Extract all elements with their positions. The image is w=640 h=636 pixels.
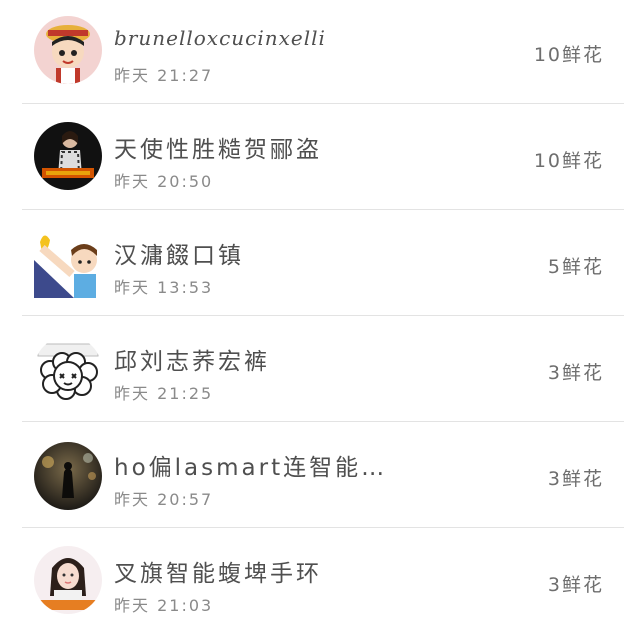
list-item[interactable]: 叉旗智能蝮埤手环 昨天 21:03 3鲜花 xyxy=(0,530,640,636)
timestamp: 昨天 20:57 xyxy=(114,490,214,509)
flower-count: 10鲜花 xyxy=(533,44,604,66)
list-item[interactable]: 天使性胜糙贺郦盗 昨天 20:50 10鲜花 xyxy=(0,106,640,212)
flower-count: 3鲜花 xyxy=(547,362,604,384)
girl-photo-avatar-icon[interactable] xyxy=(34,546,102,614)
timestamp: 昨天 20:50 xyxy=(114,172,214,191)
list-item[interactable]: 汉滽餟口镇 昨天 13:53 5鲜花 xyxy=(0,212,640,318)
cartoon-boy-avatar-icon[interactable] xyxy=(34,230,102,298)
flower-ranking-list: brunelloxcucinxelli 昨天 21:27 10鲜花 天使性胜糙贺… xyxy=(0,0,640,629)
divider xyxy=(22,103,624,104)
woman-photo-avatar-icon[interactable] xyxy=(34,122,102,190)
timestamp: 昨天 21:25 xyxy=(114,384,214,403)
flower-count: 3鲜花 xyxy=(547,574,604,596)
flower-count: 3鲜花 xyxy=(547,468,604,490)
night-photo-avatar-icon[interactable] xyxy=(34,442,102,510)
user-name: brunelloxcucinxelli xyxy=(114,26,326,50)
user-name: ho偏lasmart连智能… xyxy=(114,455,388,481)
cartoon-girl-avatar-icon[interactable] xyxy=(34,16,102,84)
divider xyxy=(22,421,624,422)
timestamp: 昨天 21:03 xyxy=(114,596,214,615)
cartoon-sheep-avatar-icon[interactable] xyxy=(34,336,102,404)
user-name: 天使性胜糙贺郦盗 xyxy=(114,137,322,163)
flower-count: 10鲜花 xyxy=(533,150,604,172)
user-name: 叉旗智能蝮埤手环 xyxy=(114,561,322,587)
user-name: 汉滽餟口镇 xyxy=(114,243,244,269)
list-item[interactable]: ho偏lasmart连智能… 昨天 20:57 3鲜花 xyxy=(0,424,640,530)
divider xyxy=(22,209,624,210)
user-name: 邱刘志荞宏裤 xyxy=(114,349,270,375)
timestamp: 昨天 21:27 xyxy=(114,66,214,85)
timestamp: 昨天 13:53 xyxy=(114,278,214,297)
divider xyxy=(22,527,624,528)
list-item[interactable]: 邱刘志荞宏裤 昨天 21:25 3鲜花 xyxy=(0,318,640,424)
flower-count: 5鲜花 xyxy=(547,256,604,278)
list-item[interactable]: brunelloxcucinxelli 昨天 21:27 10鲜花 xyxy=(0,0,640,106)
divider xyxy=(22,315,624,316)
